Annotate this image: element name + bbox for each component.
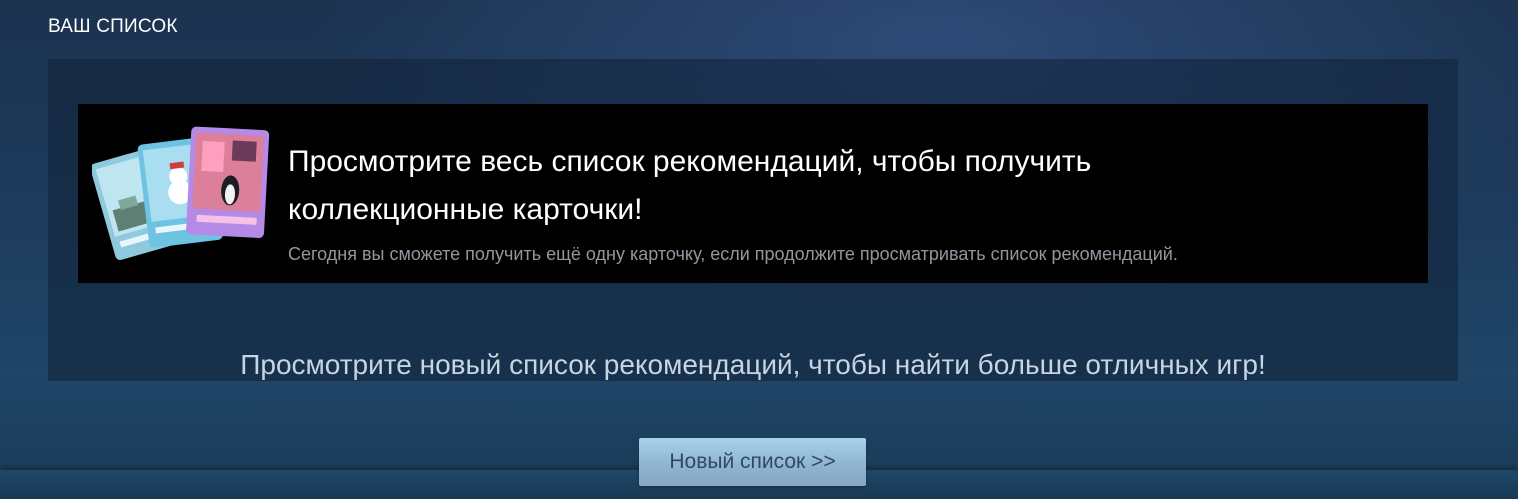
trading-cards-icon	[92, 126, 270, 260]
banner-headline: Просмотрите весь список рекомендаций, чт…	[288, 145, 1092, 226]
trading-cards-banner: Просмотрите весь список рекомендаций, чт…	[78, 104, 1428, 283]
section-title: ВАШ СПИСОК	[48, 16, 178, 37]
banner-subtext: Сегодня вы сможете получить ещё одну кар…	[288, 244, 1178, 264]
new-queue-button[interactable]: Новый список >>	[639, 438, 866, 486]
queue-prompt: Просмотрите новый список рекомендаций, ч…	[240, 349, 1266, 380]
